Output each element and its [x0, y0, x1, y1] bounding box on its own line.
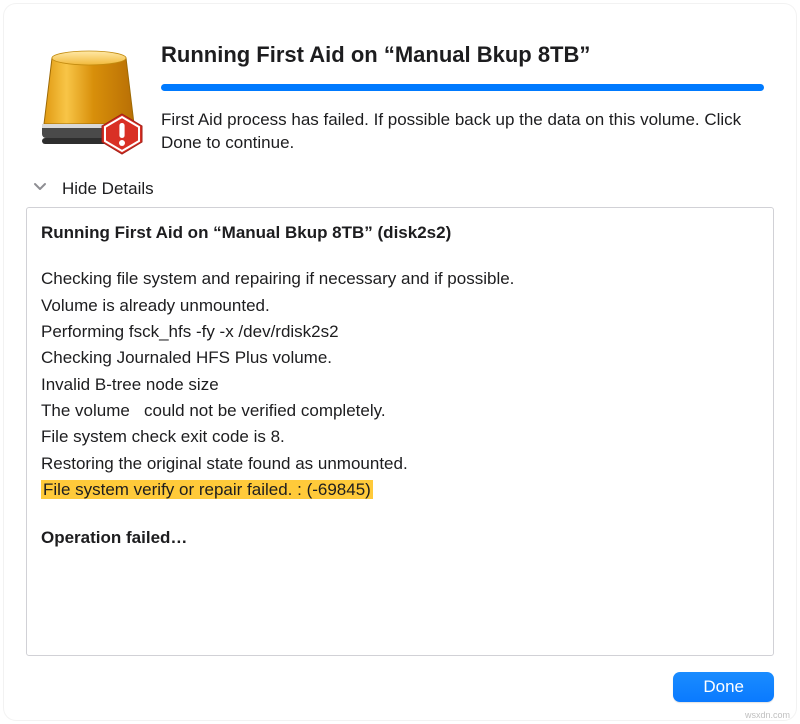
details-log-box[interactable]: Running First Aid on “Manual Bkup 8TB” (…: [26, 207, 774, 656]
dialog-title: Running First Aid on “Manual Bkup 8TB”: [161, 42, 764, 68]
operation-status: Operation failed…: [41, 525, 759, 551]
details-heading: Running First Aid on “Manual Bkup 8TB” (…: [41, 220, 759, 246]
done-button[interactable]: Done: [673, 672, 774, 702]
dialog-header: Running First Aid on “Manual Bkup 8TB” F…: [26, 24, 774, 156]
progress-fill: [161, 84, 764, 91]
details-toggle-label: Hide Details: [62, 179, 154, 199]
watermark: wsxdn.com: [745, 710, 790, 720]
header-text-block: Running First Aid on “Manual Bkup 8TB” F…: [161, 24, 774, 155]
first-aid-dialog: Running First Aid on “Manual Bkup 8TB” F…: [4, 4, 796, 720]
chevron-down-icon: [32, 178, 48, 199]
disk-with-alert-icon: [42, 46, 137, 156]
log-line: Checking file system and repairing if ne…: [41, 266, 759, 292]
log-line: Checking Journaled HFS Plus volume.: [41, 345, 759, 371]
log-line: The volume could not be verified complet…: [41, 398, 759, 424]
dialog-subtitle: First Aid process has failed. If possibl…: [161, 109, 764, 155]
details-toggle[interactable]: Hide Details: [32, 178, 774, 199]
dialog-footer: Done: [26, 656, 774, 702]
log-line: Volume is already unmounted.: [41, 293, 759, 319]
alert-badge-icon: [99, 111, 145, 162]
highlighted-error: File system verify or repair failed. : (…: [41, 480, 373, 499]
log-line: Performing fsck_hfs -fy -x /dev/rdisk2s2: [41, 319, 759, 345]
log-line: Restoring the original state found as un…: [41, 451, 759, 477]
log-line: File system check exit code is 8.: [41, 424, 759, 450]
progress-bar: [161, 84, 764, 91]
log-line: Invalid B-tree node size: [41, 372, 759, 398]
log-line: File system verify or repair failed. : (…: [41, 477, 759, 503]
